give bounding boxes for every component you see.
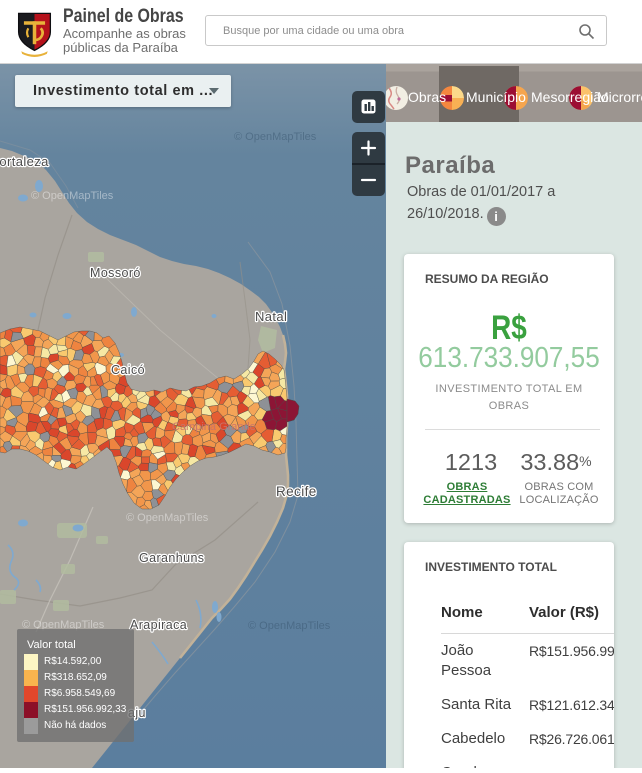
svg-text:Campina Grande: Campina Grande [172, 421, 256, 433]
svg-text:Recife: Recife [276, 484, 317, 499]
svg-text:Fortaleza: Fortaleza [0, 154, 49, 169]
svg-text:© OpenMapTiles: © OpenMapTiles [248, 620, 331, 632]
svg-text:Arapiraca: Arapiraca [130, 618, 187, 632]
svg-text:© OpenMapTiles: © OpenMapTiles [234, 131, 317, 143]
svg-text:Mossoró: Mossoró [90, 266, 141, 280]
svg-text:Caicó: Caicó [111, 363, 145, 377]
svg-text:© OpenMapTiles: © OpenMapTiles [126, 512, 209, 524]
svg-text:© OpenMapTiles: © OpenMapTiles [31, 190, 114, 202]
svg-text:Natal: Natal [255, 309, 287, 324]
svg-text:Garanhuns: Garanhuns [139, 551, 204, 565]
